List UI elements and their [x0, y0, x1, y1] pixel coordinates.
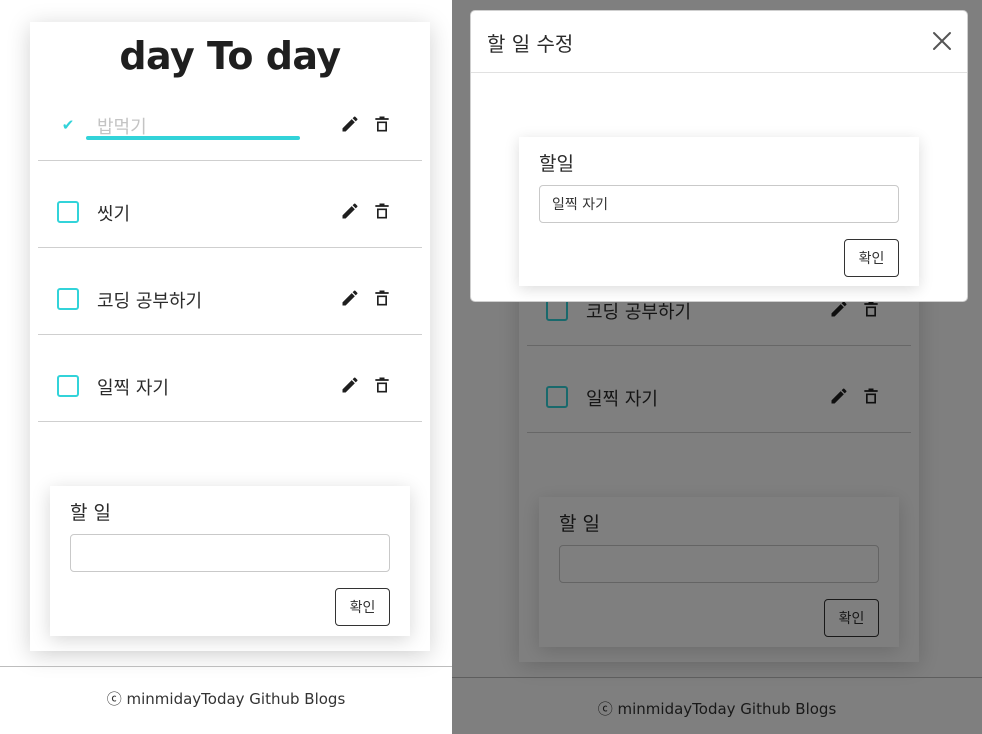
strikethrough-line [86, 136, 300, 140]
add-todo-input[interactable] [70, 534, 390, 572]
pencil-icon [342, 116, 358, 132]
todo-item: 코딩 공부하기 [38, 248, 422, 335]
delete-button[interactable] [370, 199, 394, 223]
delete-button[interactable] [370, 286, 394, 310]
edit-button[interactable] [338, 199, 362, 223]
todo-item: 일찍 자기 [38, 335, 422, 422]
todo-item: ✔ 밥먹기 [38, 74, 422, 161]
trash-icon [375, 290, 389, 306]
edit-button[interactable] [338, 112, 362, 136]
edit-todo-input[interactable] [539, 185, 899, 223]
pencil-icon [342, 203, 358, 219]
main-view: day To day ✔ 밥먹기 씻기 코딩 공부하기 일찍 자기 할 일 확인… [0, 0, 452, 734]
edit-confirm-button[interactable]: 확인 [844, 239, 899, 277]
checkbox[interactable] [57, 288, 79, 310]
trash-icon [375, 116, 389, 132]
footer-text: ⓒ minmidayToday Github Blogs [106, 690, 346, 708]
add-todo-form: 할 일 확인 [50, 486, 410, 636]
modal-header: 할 일 수정 [471, 11, 967, 73]
add-confirm-button[interactable]: 확인 [335, 588, 390, 626]
checkbox[interactable] [57, 201, 79, 223]
close-icon [933, 32, 951, 50]
trash-icon [375, 377, 389, 393]
modal-close-button[interactable] [929, 28, 955, 54]
edit-todo-form: 할일 확인 [519, 137, 919, 286]
edit-button[interactable] [338, 286, 362, 310]
app-title: day To day [119, 34, 341, 78]
edit-modal: 할 일 수정 할일 확인 [470, 10, 968, 302]
edit-button[interactable] [338, 373, 362, 397]
add-todo-label: 할 일 [70, 502, 111, 524]
edit-view: day To day ✔ 밥먹기 씻기 코딩 공부하기 [452, 0, 982, 734]
todo-item: 씻기 [38, 161, 422, 248]
modal-title: 할 일 수정 [487, 32, 574, 56]
todo-text: 일찍 자기 [97, 378, 169, 399]
delete-button[interactable] [370, 373, 394, 397]
todo-text: 코딩 공부하기 [97, 291, 203, 312]
checked-icon[interactable]: ✔ [57, 114, 79, 136]
todo-text: 씻기 [97, 204, 131, 225]
checkbox[interactable] [57, 375, 79, 397]
footer: ⓒ minmidayToday Github Blogs [0, 666, 452, 734]
edit-todo-label: 할일 [539, 153, 574, 175]
pencil-icon [342, 290, 358, 306]
todo-card: day To day ✔ 밥먹기 씻기 코딩 공부하기 일찍 자기 할 일 확인 [30, 22, 430, 651]
pencil-icon [342, 377, 358, 393]
delete-button[interactable] [370, 112, 394, 136]
trash-icon [375, 203, 389, 219]
